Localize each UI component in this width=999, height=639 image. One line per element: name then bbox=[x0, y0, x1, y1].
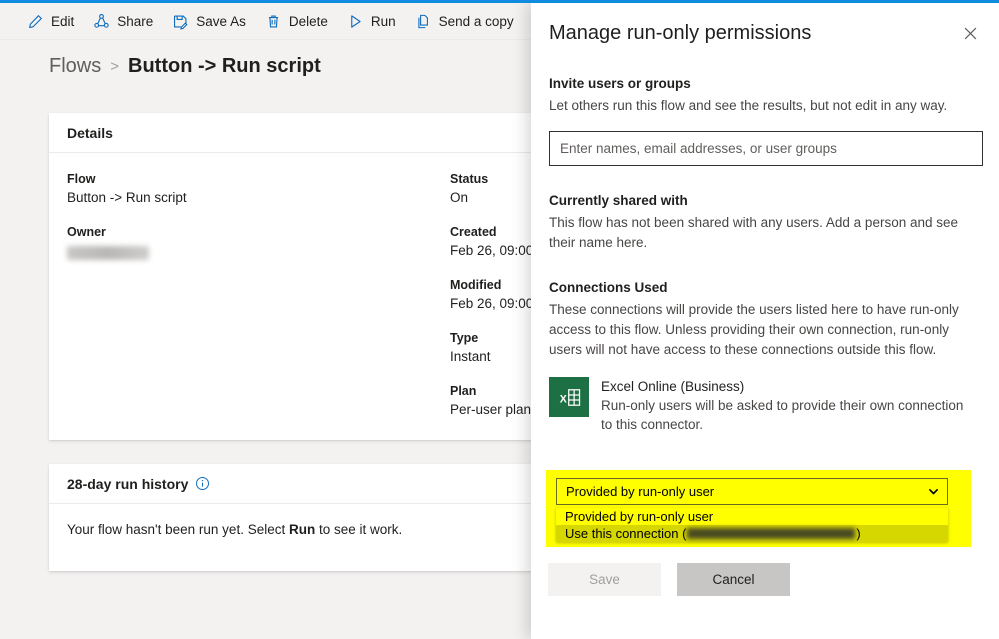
panel-footer: Save Cancel bbox=[548, 563, 790, 596]
connection-select[interactable]: Provided by run-only user bbox=[556, 478, 948, 505]
command-edit[interactable]: Edit bbox=[18, 4, 83, 38]
detail-label-flow: Flow bbox=[67, 172, 96, 186]
connection-option-use-this-connection-suffix: ) bbox=[856, 526, 861, 541]
command-save-as-label: Save As bbox=[196, 13, 246, 29]
page-title: Button -> Run script bbox=[128, 55, 321, 77]
detail-field-owner: Owner bbox=[67, 224, 397, 260]
connection-option-use-this-connection[interactable]: Use this connection () bbox=[556, 525, 948, 542]
breadcrumb-flows[interactable]: Flows bbox=[49, 55, 101, 78]
redacted-owner-name bbox=[67, 245, 149, 260]
top-accent-bar bbox=[0, 0, 999, 3]
run-history-heading-label: 28-day run history bbox=[67, 475, 189, 492]
info-icon[interactable] bbox=[195, 476, 210, 491]
breadcrumb-separator-icon: > bbox=[110, 58, 119, 75]
detail-field-flow: Flow Button -> Run script bbox=[67, 171, 397, 207]
share-icon bbox=[93, 13, 110, 30]
connections-used-section: Connections Used These connections will … bbox=[549, 280, 981, 434]
command-run[interactable]: Run bbox=[338, 4, 405, 38]
command-send-a-copy-label: Send a copy bbox=[438, 13, 514, 29]
connection-option-run-only-user-label: Provided by run-only user bbox=[565, 509, 714, 524]
details-column-left: Flow Button -> Run script Owner bbox=[67, 171, 397, 277]
currently-shared-section: Currently shared with This flow has not … bbox=[549, 193, 981, 253]
invite-section: Invite users or groups Let others run th… bbox=[549, 76, 983, 166]
command-save-as[interactable]: Save As bbox=[163, 4, 255, 38]
redacted-connection-email bbox=[687, 528, 856, 539]
save-button[interactable]: Save bbox=[548, 563, 661, 596]
command-delete[interactable]: Delete bbox=[256, 4, 337, 38]
connection-select-options: Provided by run-only user Use this conne… bbox=[556, 508, 948, 542]
pencil-icon bbox=[27, 13, 44, 30]
command-run-label: Run bbox=[370, 13, 396, 29]
command-delete-label: Delete bbox=[288, 13, 328, 29]
currently-shared-description: This flow has not been shared with any u… bbox=[549, 215, 959, 250]
copy-icon bbox=[415, 13, 432, 30]
detail-value-owner bbox=[67, 241, 397, 260]
connection-option-use-this-connection-prefix: Use this connection ( bbox=[565, 526, 687, 541]
invite-users-input[interactable] bbox=[549, 131, 983, 166]
save-as-icon bbox=[172, 13, 189, 30]
connections-used-title: Connections Used bbox=[549, 280, 668, 295]
connector-description-line2: to this connector. bbox=[601, 417, 704, 432]
breadcrumb: Flows > Button -> Run script bbox=[49, 55, 321, 78]
detail-label-owner: Owner bbox=[67, 225, 106, 239]
command-share[interactable]: Share bbox=[84, 4, 162, 38]
invite-section-title: Invite users or groups bbox=[549, 76, 691, 91]
chevron-down-icon bbox=[928, 486, 939, 497]
detail-value-flow: Button -> Run script bbox=[67, 190, 187, 205]
connector-description-line1: Run-only users will be asked to provide … bbox=[601, 398, 964, 413]
command-edit-label: Edit bbox=[51, 13, 75, 29]
svg-text:X: X bbox=[559, 393, 566, 405]
run-history-message-after: to see it work. bbox=[315, 522, 403, 537]
run-history-message-bold: Run bbox=[288, 522, 316, 537]
currently-shared-title: Currently shared with bbox=[549, 193, 688, 208]
connection-select-wrap: Provided by run-only user bbox=[556, 478, 948, 505]
panel-header: Manage run-only permissions bbox=[531, 3, 999, 48]
run-history-message-before: Your flow hasn't been run yet. Select bbox=[67, 522, 289, 537]
command-send-a-copy[interactable]: Send a copy bbox=[406, 4, 523, 38]
trash-icon bbox=[265, 13, 282, 30]
connections-used-description: These connections will provide the users… bbox=[549, 302, 959, 357]
invite-section-description: Let others run this flow and see the res… bbox=[549, 98, 948, 113]
connection-option-run-only-user[interactable]: Provided by run-only user bbox=[556, 508, 948, 525]
panel-title: Manage run-only permissions bbox=[549, 22, 812, 44]
connection-select-value: Provided by run-only user bbox=[566, 484, 715, 499]
panel-body: Invite users or groups Let others run th… bbox=[531, 76, 999, 434]
play-icon bbox=[347, 13, 364, 30]
connector-name: Excel Online (Business) bbox=[601, 379, 745, 394]
close-icon[interactable] bbox=[955, 18, 985, 48]
command-share-label: Share bbox=[117, 13, 154, 29]
excel-icon: X bbox=[549, 377, 589, 417]
connector-text: Excel Online (Business) Run-only users w… bbox=[601, 377, 963, 434]
connector-row: X Excel Online (Business) Run-only users… bbox=[549, 377, 981, 434]
cancel-button[interactable]: Cancel bbox=[677, 563, 790, 596]
